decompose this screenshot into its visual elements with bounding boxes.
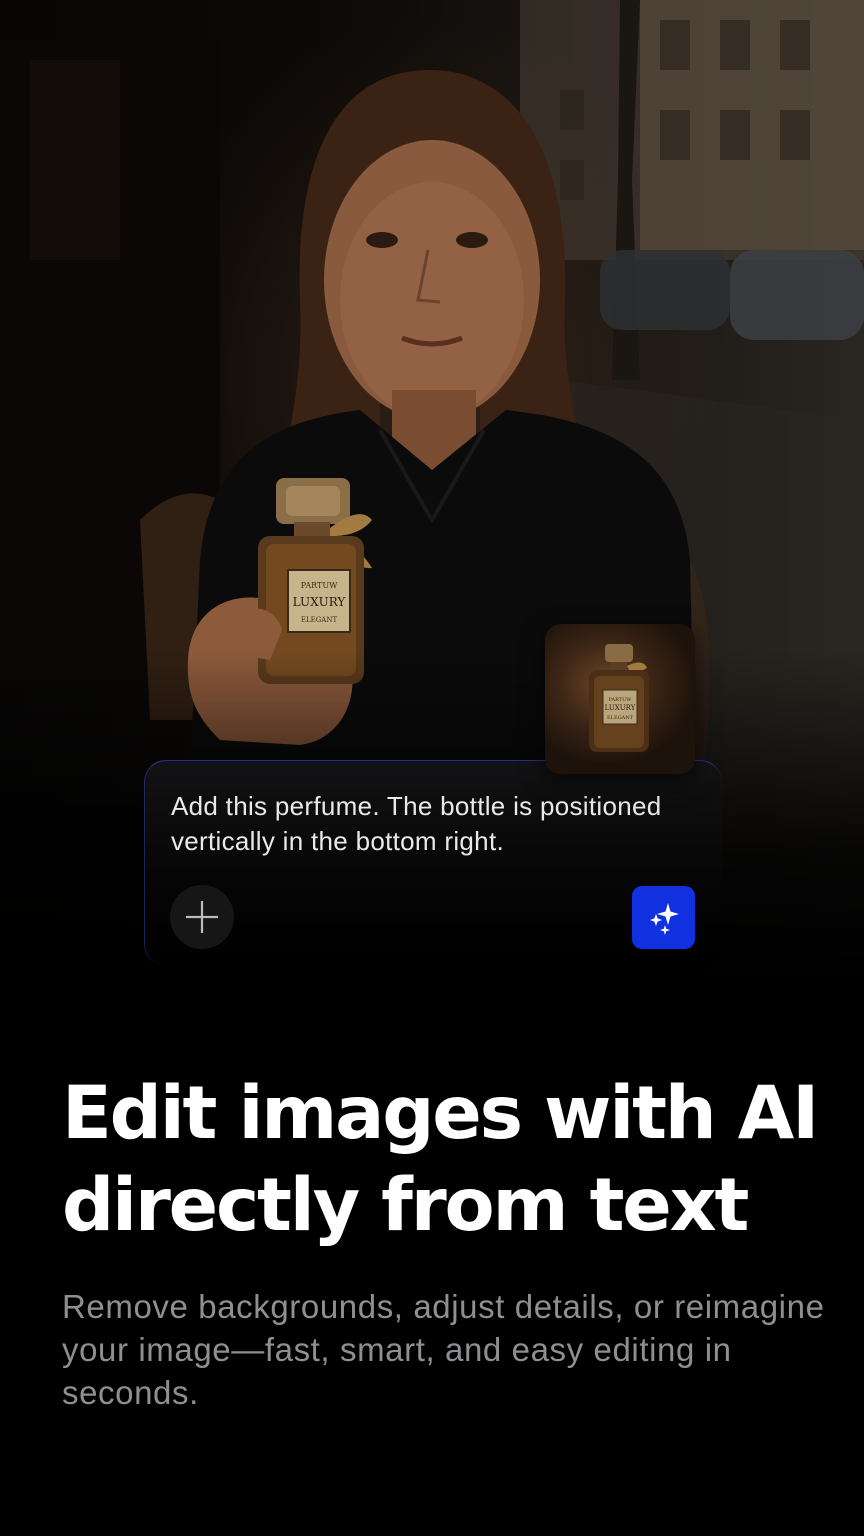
reference-thumbnail[interactable]: PARTUW LUXURY ELEGANT: [545, 624, 695, 774]
prompt-input[interactable]: Add this perfume. The bottle is position…: [171, 789, 711, 859]
perfume-thumbnail-icon: PARTUW LUXURY ELEGANT: [589, 644, 649, 752]
bottle-label-top: PARTUW: [301, 581, 338, 590]
subtext: Remove backgrounds, adjust details, or r…: [62, 1288, 825, 1411]
thumb-label-top: PARTUW: [609, 697, 633, 703]
sparkles-icon: [649, 902, 679, 935]
bottle-label-bottom: ELEGANT: [301, 616, 338, 624]
generate-button[interactable]: [632, 886, 695, 949]
bottle-label-main: LUXURY: [293, 595, 347, 609]
add-button[interactable]: [170, 885, 234, 949]
plus-icon: [186, 901, 218, 933]
thumb-label-bottom: ELEGANT: [607, 715, 634, 721]
thumb-label-main: LUXURY: [605, 704, 636, 712]
prompt-card[interactable]: Add this perfume. The bottle is position…: [144, 760, 722, 966]
headline: Edit images with AI directly from text: [62, 1071, 819, 1248]
